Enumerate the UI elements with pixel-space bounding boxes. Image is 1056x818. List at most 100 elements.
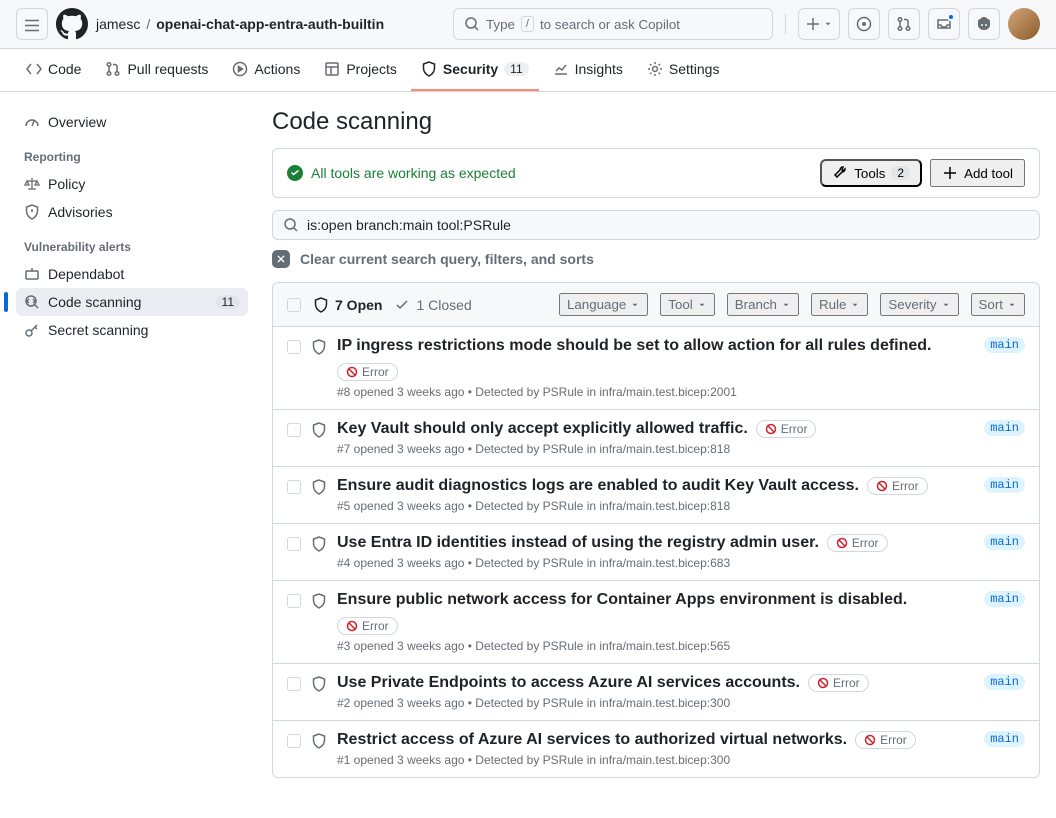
alert-row[interactable]: Ensure public network access for Contain… (273, 581, 1039, 664)
sidebar-overview[interactable]: Overview (16, 108, 248, 136)
alert-title[interactable]: Use Entra ID identities instead of using… (337, 534, 819, 552)
branch-pill[interactable]: main (984, 534, 1025, 550)
add-tool-button[interactable]: Add tool (930, 159, 1025, 187)
sidebar-advisories[interactable]: Advisories (16, 198, 248, 226)
alert-checkbox[interactable] (287, 480, 301, 494)
table-icon (324, 61, 340, 77)
alerts-list: 7 Open 1 Closed Language Tool Branch Rul… (272, 282, 1040, 778)
shield-icon (311, 536, 327, 570)
filter-sort[interactable]: Sort (971, 293, 1025, 316)
alert-row[interactable]: Use Private Endpoints to access Azure AI… (273, 664, 1039, 721)
alert-checkbox[interactable] (287, 677, 301, 691)
triangle-down-icon (697, 300, 707, 310)
alert-checkbox[interactable] (287, 734, 301, 748)
page-title: Code scanning (272, 108, 1040, 136)
closed-filter[interactable]: 1 Closed (394, 297, 471, 313)
sidebar-policy[interactable]: Policy (16, 170, 248, 198)
tab-pulls[interactable]: Pull requests (95, 49, 218, 91)
dependabot-icon (24, 266, 40, 282)
triangle-down-icon (823, 19, 833, 29)
alert-checkbox[interactable] (287, 594, 301, 608)
breadcrumb-owner[interactable]: jamesc (96, 16, 140, 32)
branch-pill[interactable]: main (984, 337, 1025, 353)
no-entry-icon (765, 423, 777, 435)
shield-icon (311, 676, 327, 710)
alert-title[interactable]: Ensure audit diagnostics logs are enable… (337, 477, 859, 495)
alert-row[interactable]: IP ingress restrictions mode should be s… (273, 327, 1039, 410)
sidebar-dependabot-label: Dependabot (48, 266, 124, 282)
alert-checkbox[interactable] (287, 423, 301, 437)
branch-pill[interactable]: main (984, 674, 1025, 690)
clear-filters[interactable]: Clear current search query, filters, and… (272, 250, 1040, 268)
global-search[interactable]: Type / to search or ask Copilot (453, 8, 773, 40)
tab-security-count: 11 (504, 62, 528, 76)
issue-opened-icon (856, 16, 872, 32)
severity-badge: Error (855, 731, 916, 749)
tools-ok-status: All tools are working as expected (287, 165, 516, 181)
branch-pill[interactable]: main (984, 591, 1025, 607)
select-all-checkbox[interactable] (287, 298, 301, 312)
alert-meta: #7 opened 3 weeks ago • Detected by PSRu… (337, 442, 974, 456)
severity-badge-label: Error (852, 536, 879, 550)
alert-row[interactable]: Key Vault should only accept explicitly … (273, 410, 1039, 467)
tab-security-label: Security (443, 61, 498, 77)
user-avatar[interactable] (1008, 8, 1040, 40)
filter-branch[interactable]: Branch (727, 293, 799, 316)
search-kbd: / (521, 16, 534, 32)
copilot-icon (976, 16, 992, 32)
pull-requests-button[interactable] (888, 8, 920, 40)
x-icon (272, 250, 290, 268)
sidebar-code-scanning-label: Code scanning (48, 294, 141, 310)
alert-title[interactable]: Ensure public network access for Contain… (337, 591, 907, 609)
issues-button[interactable] (848, 8, 880, 40)
sidebar-code-scanning-count: 11 (216, 295, 240, 309)
tools-dropdown[interactable]: Tools 2 (820, 159, 922, 187)
plus-icon (805, 16, 821, 32)
tab-projects[interactable]: Projects (314, 49, 407, 91)
tab-actions[interactable]: Actions (222, 49, 310, 91)
github-logo[interactable] (56, 8, 88, 40)
branch-pill[interactable]: main (984, 420, 1025, 436)
alert-title[interactable]: Key Vault should only accept explicitly … (337, 420, 748, 438)
sidebar-code-scanning[interactable]: Code scanning 11 (16, 288, 248, 316)
tab-pulls-label: Pull requests (127, 61, 208, 77)
alert-title[interactable]: IP ingress restrictions mode should be s… (337, 337, 932, 355)
alert-row[interactable]: Use Entra ID identities instead of using… (273, 524, 1039, 581)
tab-settings-label: Settings (669, 61, 720, 77)
sidebar-secret-scanning[interactable]: Secret scanning (16, 316, 248, 344)
triangle-down-icon (781, 300, 791, 310)
add-tool-label: Add tool (964, 166, 1013, 181)
create-new-button[interactable] (798, 8, 840, 40)
severity-badge-label: Error (362, 619, 389, 633)
alert-row[interactable]: Ensure audit diagnostics logs are enable… (273, 467, 1039, 524)
severity-badge: Error (756, 420, 817, 438)
alert-checkbox[interactable] (287, 340, 301, 354)
copilot-button[interactable] (968, 8, 1000, 40)
alert-row[interactable]: Restrict access of Azure AI services to … (273, 721, 1039, 777)
tab-security[interactable]: Security 11 (411, 49, 539, 91)
filter-bar[interactable] (272, 210, 1040, 240)
branch-pill[interactable]: main (984, 477, 1025, 493)
inbox-button[interactable] (928, 8, 960, 40)
hamburger-button[interactable] (16, 8, 48, 40)
tools-count: 2 (891, 166, 910, 180)
closed-count-label: 1 Closed (416, 297, 471, 313)
filter-language[interactable]: Language (559, 293, 648, 316)
graph-icon (553, 61, 569, 77)
filter-input[interactable] (307, 217, 1029, 233)
breadcrumb-repo[interactable]: openai-chat-app-entra-auth-builtin (156, 16, 384, 32)
tab-settings[interactable]: Settings (637, 49, 730, 91)
tab-insights[interactable]: Insights (543, 49, 633, 91)
tab-insights-label: Insights (575, 61, 623, 77)
alert-title[interactable]: Use Private Endpoints to access Azure AI… (337, 674, 800, 692)
filter-tool[interactable]: Tool (660, 293, 714, 316)
filter-rule[interactable]: Rule (811, 293, 868, 316)
open-filter[interactable]: 7 Open (313, 297, 382, 313)
alert-title[interactable]: Restrict access of Azure AI services to … (337, 731, 847, 749)
tab-code[interactable]: Code (16, 49, 91, 91)
filter-severity[interactable]: Severity (880, 293, 958, 316)
git-pull-request-icon (896, 16, 912, 32)
sidebar-dependabot[interactable]: Dependabot (16, 260, 248, 288)
alert-checkbox[interactable] (287, 537, 301, 551)
severity-badge: Error (337, 363, 398, 381)
